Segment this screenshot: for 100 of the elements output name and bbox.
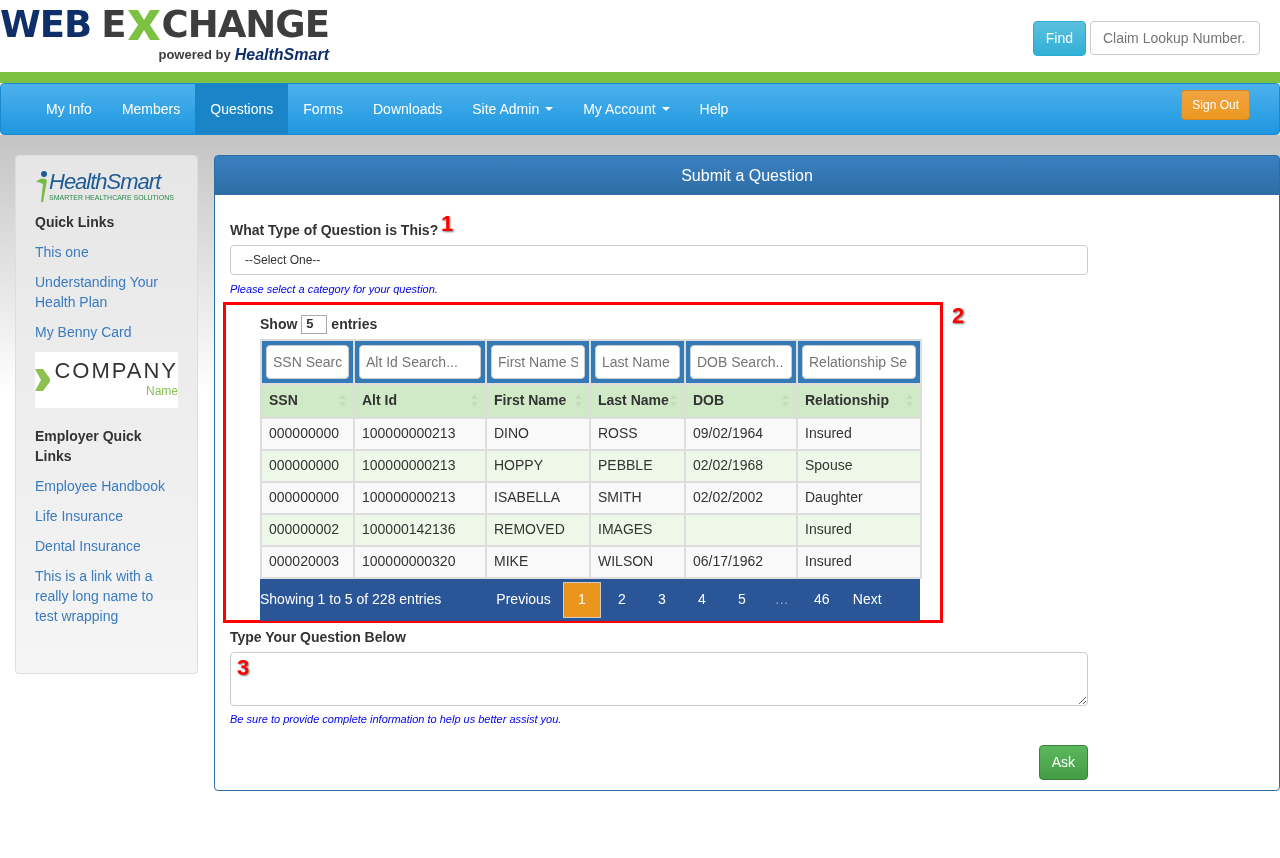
table-cell: 09/02/1964 — [685, 417, 797, 450]
sidebar-link[interactable]: Employee Handbook — [35, 476, 178, 496]
company-logo-name: COMPANY — [54, 360, 178, 382]
table-cell: PEBBLE — [590, 449, 685, 482]
logo-tagline: powered by — [158, 46, 231, 65]
x-letter-icon — [125, 7, 162, 42]
length-label: Show — [260, 314, 298, 334]
pagination-link[interactable]: 46 — [802, 581, 841, 618]
pagination-link[interactable]: Previous — [486, 581, 561, 618]
category-select[interactable]: --Select One-- — [230, 245, 1088, 275]
nav-tab[interactable]: Questions — [195, 84, 289, 134]
table-cell: Insured — [797, 417, 921, 450]
annotation-number: 1 — [441, 213, 454, 235]
table-cell: IMAGES — [590, 513, 685, 546]
column-header[interactable]: Relationship — [797, 383, 921, 418]
column-title: Relationship — [805, 391, 889, 410]
annotation-number: 2 — [952, 305, 965, 327]
pagination-link[interactable]: 4 — [682, 581, 721, 618]
table-cell: Insured — [797, 545, 921, 578]
nav-tab[interactable]: Forms — [288, 84, 358, 134]
table-cell: 000000000 — [261, 417, 354, 450]
table-cell: DINO — [486, 417, 590, 450]
column-filter-field[interactable]: SSN Searc — [266, 344, 349, 379]
table-cell: 000020003 — [261, 545, 354, 578]
field-label: What Type of Question is This? — [230, 221, 439, 240]
column-title: Last Name — [598, 391, 669, 410]
table-cell: 02/02/2002 — [685, 481, 797, 514]
table-cell: Spouse — [797, 449, 921, 482]
table-cell: WILSON — [590, 545, 685, 578]
table-cell: 000000002 — [261, 513, 354, 546]
logo-word: WEB — [0, 6, 92, 43]
column-header[interactable]: First Name — [486, 383, 590, 418]
pagination-link[interactable]: Next — [842, 581, 892, 618]
column-title: Alt Id — [362, 391, 397, 410]
brand-logo-name: HealthSmart — [49, 170, 163, 193]
column-title: SSN — [269, 391, 298, 410]
table-cell: Insured — [797, 513, 921, 546]
sidebar-link[interactable]: This is a link with a really long name to test wrapping — [35, 566, 178, 626]
column-filter-field[interactable]: Last Name — [595, 344, 680, 379]
entries-info: Showing 1 to 5 of 228 entries — [260, 590, 442, 609]
page-length-select[interactable]: 5 — [301, 314, 328, 334]
nav-tab[interactable]: Help — [684, 84, 744, 134]
table-cell: 100000000213 — [354, 417, 486, 450]
column-header[interactable]: Last Name — [590, 383, 685, 418]
chevron-icon — [35, 369, 51, 391]
company-logo-subtitle: Name — [145, 383, 178, 400]
sidebar-link[interactable]: Dental Insurance — [35, 536, 178, 556]
table-cell: 06/17/1962 — [685, 545, 797, 578]
pagination-link[interactable]: 3 — [642, 581, 681, 618]
sidebar-link[interactable]: Understanding Your Health Plan — [35, 272, 178, 312]
table-cell: 100000000320 — [354, 545, 486, 578]
logo-word: CHANGE — [161, 6, 329, 43]
sidebar-link[interactable]: My Benny Card — [35, 322, 178, 342]
help-text: Please select a category for your question. — [230, 282, 439, 297]
table-cell: 02/02/1968 — [685, 449, 797, 482]
table-cell: HOPPY — [486, 449, 590, 482]
question-field[interactable] — [230, 651, 1088, 706]
table-cell: ISABELLA — [486, 481, 590, 514]
caret-icon — [545, 107, 554, 111]
panel-title: Submit a Question — [215, 156, 1279, 195]
table-cell: 100000000213 — [354, 481, 486, 514]
logo-brand: HealthSmart — [234, 45, 329, 65]
column-filter-field[interactable]: Relationship Se — [802, 344, 916, 379]
pagination-link[interactable]: 2 — [602, 581, 641, 618]
table-cell: 000000000 — [261, 481, 354, 514]
sidebar-heading: Employer Quick Links — [35, 427, 143, 466]
table-cell: ROSS — [590, 417, 685, 450]
sign-out-button[interactable]: Sign Out — [1181, 90, 1250, 120]
column-filter-field[interactable]: DOB Search.. — [690, 344, 792, 379]
pagination-link[interactable]: 1 — [562, 581, 601, 618]
column-title: First Name — [494, 391, 567, 410]
figure-icon — [35, 170, 49, 204]
nav-tab[interactable]: My Info — [31, 84, 107, 134]
column-header[interactable]: DOB — [685, 383, 797, 418]
column-filter-field[interactable]: Alt Id Search... — [359, 344, 481, 379]
table-cell: REMOVED — [486, 513, 590, 546]
column-header[interactable]: SSN — [261, 383, 354, 418]
table-cell: 100000142136 — [354, 513, 486, 546]
ask-button[interactable]: Ask — [1038, 745, 1088, 780]
field-label: Type Your Question Below — [230, 627, 406, 647]
annotation-number: 3 — [237, 657, 250, 679]
nav-tab[interactable]: Members — [106, 84, 196, 134]
help-text: Be sure to provide complete information to help us better assist you. — [230, 711, 563, 727]
nav-tab[interactable]: My Account — [568, 84, 685, 134]
logo-word: E — [101, 6, 126, 43]
table-cell: 100000000213 — [354, 449, 486, 482]
column-header[interactable]: Alt Id — [354, 383, 486, 418]
table-cell: SMITH — [590, 481, 685, 514]
length-label: entries — [331, 314, 378, 334]
table-cell: 000000000 — [261, 449, 354, 482]
nav-tab[interactable]: Downloads — [358, 84, 458, 134]
column-title: DOB — [693, 391, 725, 410]
caret-icon — [661, 107, 670, 111]
sidebar-link[interactable]: Life Insurance — [35, 506, 178, 526]
nav-tab[interactable]: Site Admin — [457, 84, 569, 134]
table-cell: Daughter — [797, 481, 921, 514]
sidebar-link[interactable]: This one — [35, 242, 178, 262]
find-button[interactable]: Find — [1032, 21, 1086, 56]
pagination-link[interactable]: 5 — [722, 581, 761, 618]
pagination-link: … — [773, 590, 790, 609]
